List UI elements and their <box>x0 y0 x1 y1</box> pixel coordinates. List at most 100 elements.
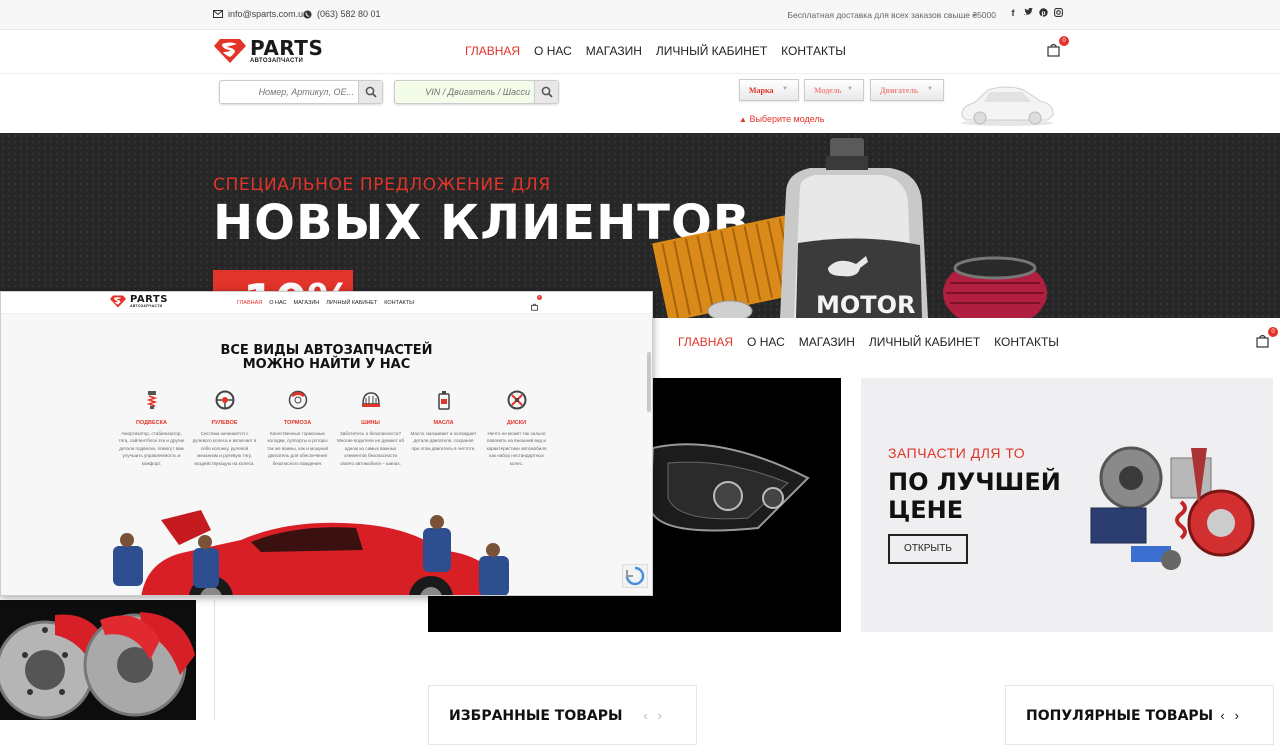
popular-products-card: ПОПУЛЯРНЫЕ ТОВАРЫ ‹› <box>1005 685 1274 745</box>
shopping-bag-icon <box>1256 334 1269 348</box>
category-name: МАСЛА <box>433 420 454 426</box>
chevron-left-icon[interactable]: ‹ <box>1220 708 1234 723</box>
popular-title: ПОПУЛЯРНЫЕ ТОВАРЫ <box>1026 708 1214 724</box>
engine-select[interactable]: Двигатель ▼ <box>870 79 944 101</box>
superman-shield-icon <box>110 295 126 308</box>
hero-kicker: СПЕЦИАЛЬНОЕ ПРЕДЛОЖЕНИЕ ДЛЯ <box>213 175 551 195</box>
shipping-notice: Бесплатная доставка для всех заказов свы… <box>787 10 996 20</box>
chevron-left-icon[interactable]: ‹ <box>643 708 657 723</box>
category-brakes[interactable]: ТОРМОЗА Качественные тормозные колодки, … <box>261 390 334 467</box>
steering-icon <box>215 390 234 410</box>
article-search-button[interactable] <box>358 81 382 103</box>
category-name: ШИНЫ <box>361 420 380 426</box>
vin-search[interactable] <box>394 80 559 104</box>
mini-title-line-2: МОЖНО НАЙТИ У НАС <box>242 357 411 372</box>
category-name: РУЛЕВОЕ <box>211 420 238 426</box>
category-name: ТОРМОЗА <box>283 420 312 426</box>
mini-scrollbar[interactable] <box>647 352 651 412</box>
nav-shop[interactable]: МАГАЗИН <box>586 44 642 58</box>
phone-contact[interactable]: (063) 582 80 01 <box>303 9 381 19</box>
chevron-right-icon[interactable]: › <box>658 708 672 723</box>
model-select-label: Модель <box>814 86 842 95</box>
recaptcha-badge <box>622 564 648 588</box>
nav-home[interactable]: ГЛАВНАЯ <box>465 44 520 58</box>
category-tires[interactable]: ШИНЫ Заботитесь о безопасности? Многие в… <box>334 390 407 467</box>
category-wheels[interactable]: ДИСКИ Ничто не может так сильно повлиять… <box>480 390 553 467</box>
category-steering[interactable]: РУЛЕВОЕ Система начинается с рулевого ко… <box>188 390 261 467</box>
nav2-shop[interactable]: МАГАЗИН <box>799 335 855 349</box>
mini-cart-badge: 0 <box>537 295 542 300</box>
popular-carousel-arrows: ‹› <box>1220 708 1249 723</box>
search-icon <box>365 86 377 98</box>
cart-badge-2: 0 <box>1268 327 1278 337</box>
pinterest-icon[interactable]: p <box>1039 8 1048 18</box>
tires-icon <box>361 392 380 407</box>
choose-model-text: Выберите модель <box>749 114 825 124</box>
category-description: Заботитесь о безопасности? Многие водите… <box>337 431 404 466</box>
category-description: Амортизатор, стабилизатор, тяга, сайлент… <box>118 431 185 466</box>
nav2-home[interactable]: ГЛАВНАЯ <box>678 335 733 349</box>
category-description: Ничто не может так сильно повлиять на вн… <box>486 431 547 466</box>
nav-about[interactable]: О НАС <box>534 44 572 58</box>
recaptcha-icon <box>625 566 645 586</box>
mini-nav: ГЛАВНАЯ О НАС МАГАЗИН ЛИЧНЫЙ КАБИНЕТ КОН… <box>237 300 414 306</box>
mini-nav-home[interactable]: ГЛАВНАЯ <box>237 300 262 306</box>
instagram-icon[interactable] <box>1054 8 1063 18</box>
wheels-icon <box>507 390 526 410</box>
nav-account[interactable]: ЛИЧНЫЙ КАБИНЕТ <box>656 44 767 58</box>
mini-logo[interactable]: PARTS АВТОЗАПЧАСТИ <box>109 295 168 309</box>
service-banner-headline-1: ПО ЛУЧШЕЙ <box>888 468 1061 496</box>
service-banner-kicker: ЗАПЧАСТИ ДЛЯ ТО <box>888 445 1026 461</box>
brake-caliper-image <box>0 600 196 720</box>
vin-search-button[interactable] <box>534 81 558 103</box>
mini-cart-button[interactable]: 0 <box>531 295 542 311</box>
envelope-icon <box>213 10 223 18</box>
site-logo[interactable]: PARTS АВТОЗАПЧАСТИ <box>213 38 323 64</box>
secondary-nav: ГЛАВНАЯ О НАС МАГАЗИН ЛИЧНЫЙ КАБИНЕТ КОН… <box>678 335 1059 349</box>
car-parts-pile-image <box>1090 446 1255 570</box>
svg-text:p: p <box>1042 10 1046 17</box>
superman-shield-icon <box>214 39 246 63</box>
cart-button-2[interactable]: 0 <box>1256 327 1278 350</box>
twitter-icon[interactable] <box>1024 7 1033 18</box>
featured-products-card: ИЗБРАННЫЕ ТОВАРЫ ‹› <box>428 685 697 745</box>
facebook-icon[interactable]: f <box>1009 8 1017 18</box>
suspension-icon <box>146 391 157 409</box>
nav2-account[interactable]: ЛИЧНЫЙ КАБИНЕТ <box>869 335 980 349</box>
mini-nav-shop[interactable]: МАГАЗИН <box>294 300 320 306</box>
auto-products-image: MOTOR <box>652 138 1047 318</box>
mini-header: PARTS АВТОЗАПЧАСТИ ГЛАВНАЯ О НАС МАГАЗИН… <box>1 292 652 314</box>
category-oils[interactable]: МАСЛА Масло смазывает и охлаждает детали… <box>407 390 480 467</box>
brakes-icon <box>288 390 307 410</box>
car-silhouette-image <box>961 86 1054 126</box>
mini-logo-subtitle: АВТОЗАПЧАСТИ <box>130 304 163 308</box>
site-header: PARTS АВТОЗАПЧАСТИ ГЛАВНАЯ О НАС МАГАЗИН… <box>0 30 1280 74</box>
chevron-down-icon: ▼ <box>782 86 788 92</box>
oil-can-label: MOTOR <box>816 291 916 318</box>
category-suspension[interactable]: ПОДВЕСКА Амортизатор, стабилизатор, тяга… <box>115 390 188 467</box>
category-name: ПОДВЕСКА <box>135 420 168 426</box>
article-search[interactable] <box>219 80 383 104</box>
open-button[interactable]: ОТКРЫТЬ <box>888 534 968 564</box>
chevron-down-icon: ▼ <box>847 86 853 92</box>
service-parts-banner: ЗАПЧАСТИ ДЛЯ ТО ПО ЛУЧШЕЙ ЦЕНЕ ОТКРЫТЬ <box>861 378 1273 632</box>
nav2-about[interactable]: О НАС <box>747 335 785 349</box>
email-contact[interactable]: info@sparts.com.ua <box>213 9 308 19</box>
nav2-contacts[interactable]: КОНТАКТЫ <box>994 335 1059 349</box>
phone-text: (063) 582 80 01 <box>317 9 381 19</box>
cart-button[interactable]: 0 <box>1047 36 1069 59</box>
oil-icon <box>437 391 450 410</box>
warning-triangle-icon: ▲ <box>739 115 747 124</box>
category-description: Система начинается с рулевого колеса и в… <box>192 431 257 466</box>
make-select[interactable]: Марка ▼ <box>739 79 799 101</box>
service-banner-headline-2: ЦЕНЕ <box>888 496 964 524</box>
mini-nav-account[interactable]: ЛИЧНЫЙ КАБИНЕТ <box>326 300 377 306</box>
chevron-right-icon[interactable]: › <box>1235 708 1249 723</box>
model-select[interactable]: Модель ▼ <box>804 79 864 101</box>
logo-brand: PARTS <box>250 36 324 60</box>
featured-title: ИЗБРАННЫЕ ТОВАРЫ <box>449 708 623 724</box>
mini-nav-contacts[interactable]: КОНТАКТЫ <box>384 300 414 306</box>
mini-nav-about[interactable]: О НАС <box>269 300 286 306</box>
nav-contacts[interactable]: КОНТАКТЫ <box>781 44 846 58</box>
category-name: ДИСКИ <box>506 420 527 426</box>
